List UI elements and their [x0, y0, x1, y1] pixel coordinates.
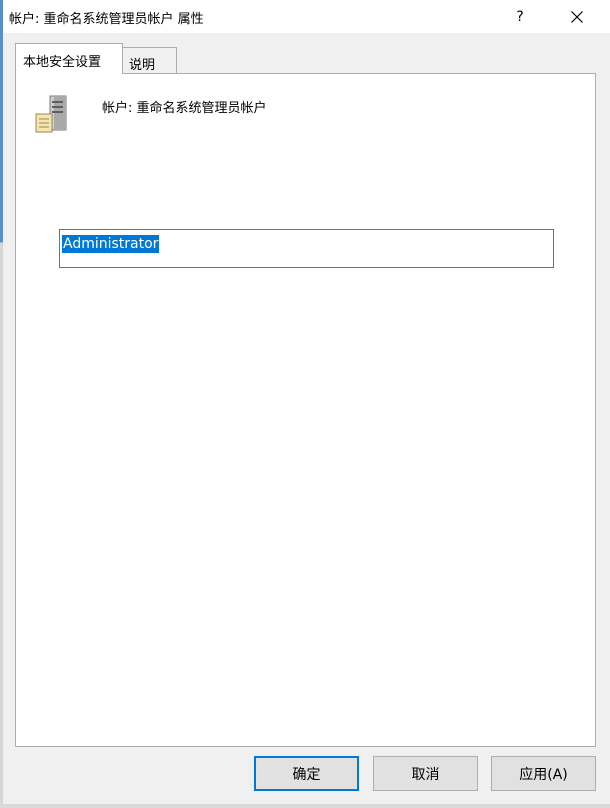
- selected-text: Administrator: [62, 235, 160, 253]
- close-button[interactable]: [554, 0, 600, 33]
- account-label: 帐户: 重命名系统管理员帐户: [102, 101, 267, 116]
- tab-panel: 帐户: 重命名系统管理员帐户 Administrator: [15, 73, 596, 747]
- background-window-edge: [0, 0, 3, 808]
- tab-explain[interactable]: 说明: [122, 47, 177, 74]
- account-name-input[interactable]: Administrator: [59, 229, 554, 268]
- tab-local-security-setting[interactable]: 本地安全设置: [15, 43, 123, 74]
- apply-button[interactable]: 应用(A): [491, 756, 596, 791]
- cancel-button[interactable]: 取消: [373, 756, 478, 791]
- help-button[interactable]: ?: [497, 0, 543, 33]
- ok-button[interactable]: 确定: [254, 756, 359, 791]
- window-bottom-edge: [0, 804, 610, 808]
- window-title: 帐户: 重命名系统管理员帐户 属性: [9, 12, 204, 27]
- server-icon: [35, 95, 67, 133]
- title-bar[interactable]: 帐户: 重命名系统管理员帐户 属性 ?: [3, 0, 610, 33]
- close-icon: [571, 10, 583, 23]
